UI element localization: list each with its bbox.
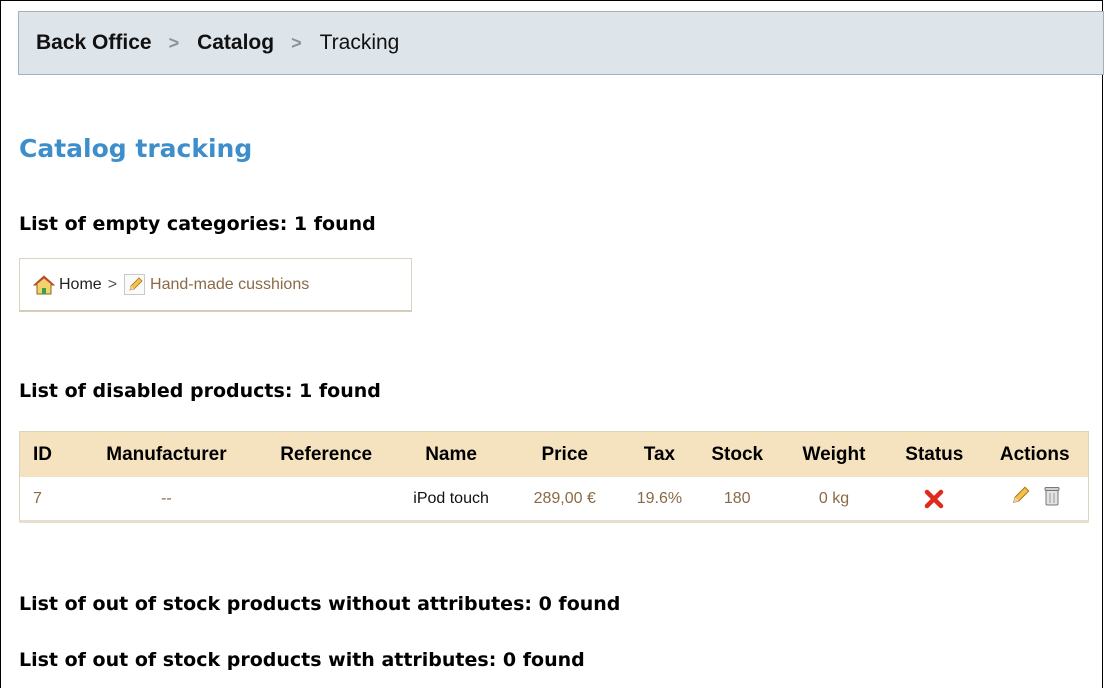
disabled-products-table: ID Manufacturer Reference Name Price Tax… bbox=[19, 431, 1089, 523]
column-header-id[interactable]: ID bbox=[19, 431, 79, 477]
category-link[interactable]: Hand-made cusshions bbox=[150, 276, 309, 294]
column-header-name[interactable]: Name bbox=[397, 431, 505, 477]
empty-categories-heading: List of empty categories: 1 found bbox=[19, 213, 376, 235]
column-header-actions: Actions bbox=[981, 431, 1089, 477]
red-x-icon[interactable] bbox=[924, 489, 944, 508]
empty-category-path: Home > Hand-made cusshions bbox=[19, 258, 412, 312]
breadcrumb-back-office[interactable]: Back Office bbox=[36, 31, 152, 55]
window-frame bbox=[0, 0, 1103, 688]
table-row[interactable]: 7 -- iPod touch 289,00 € 19.6% 180 0 kg bbox=[20, 477, 1089, 522]
breadcrumb-tracking: Tracking bbox=[319, 31, 400, 54]
breadcrumb: Back Office > Catalog > Tracking bbox=[18, 11, 1104, 75]
column-header-manufacturer[interactable]: Manufacturer bbox=[78, 431, 255, 477]
column-header-weight[interactable]: Weight bbox=[780, 431, 888, 477]
edit-icon[interactable] bbox=[1010, 486, 1030, 506]
path-home-link[interactable]: Home bbox=[59, 276, 102, 294]
column-header-stock[interactable]: Stock bbox=[693, 431, 781, 477]
breadcrumb-catalog[interactable]: Catalog bbox=[197, 31, 274, 55]
cell-tax: 19.6% bbox=[636, 489, 683, 507]
column-header-reference[interactable]: Reference bbox=[254, 431, 398, 477]
column-header-tax[interactable]: Tax bbox=[625, 431, 694, 477]
column-header-status[interactable]: Status bbox=[887, 431, 982, 477]
column-header-price[interactable]: Price bbox=[504, 431, 626, 477]
home-icon[interactable] bbox=[33, 274, 55, 295]
out-of-stock-without-attributes-heading: List of out of stock products without at… bbox=[19, 593, 621, 615]
cell-id: 7 bbox=[33, 489, 42, 507]
cell-reference bbox=[254, 477, 397, 522]
cell-price: 289,00 € bbox=[533, 489, 596, 507]
delete-icon[interactable] bbox=[1044, 486, 1060, 506]
cell-manufacturer: -- bbox=[161, 489, 172, 507]
disabled-products-heading: List of disabled products: 1 found bbox=[19, 380, 381, 402]
cell-status bbox=[887, 477, 981, 522]
table-header-row: ID Manufacturer Reference Name Price Tax… bbox=[19, 431, 1089, 477]
cell-stock: 180 bbox=[723, 489, 751, 507]
out-of-stock-with-attributes-heading: List of out of stock products with attri… bbox=[19, 649, 585, 671]
cell-weight: 0 kg bbox=[818, 489, 850, 507]
pencil-icon[interactable] bbox=[124, 274, 146, 295]
cell-name: iPod touch bbox=[413, 489, 489, 507]
breadcrumb-separator: > bbox=[168, 32, 180, 53]
breadcrumb-separator: > bbox=[291, 32, 302, 53]
cell-actions bbox=[981, 477, 1088, 522]
path-separator: > bbox=[107, 275, 118, 293]
page-title: Catalog tracking bbox=[19, 134, 253, 163]
